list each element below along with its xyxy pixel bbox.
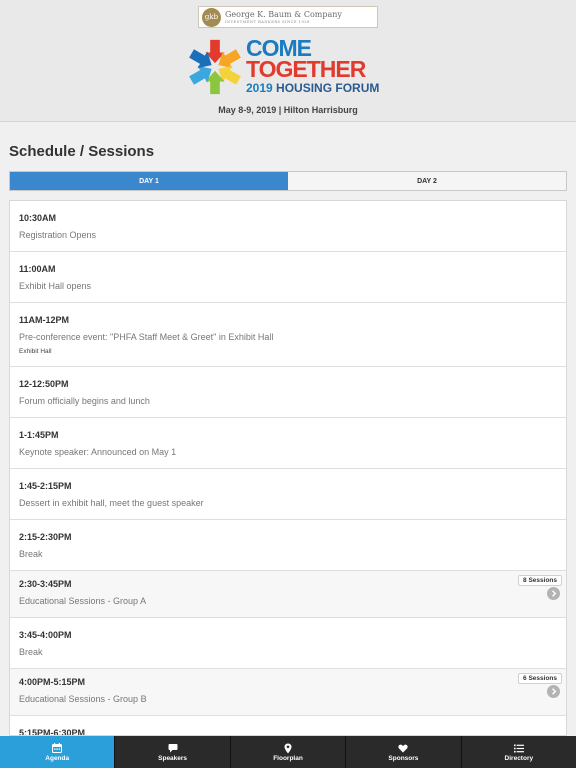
session-time: 1-1:45PM bbox=[19, 430, 59, 440]
tab-sponsors[interactable]: Sponsors bbox=[346, 736, 462, 768]
session-time: 2:30-3:45PM bbox=[19, 579, 72, 589]
chevron-right-icon[interactable] bbox=[547, 587, 560, 600]
session-group-row[interactable]: 2:30-3:45PM Educational Sessions - Group … bbox=[10, 571, 566, 618]
session-group-row[interactable]: 4:00PM-5:15PM Educational Sessions - Grou… bbox=[10, 669, 566, 716]
event-logo: COME TOGETHER 2019 HOUSING FORUM bbox=[186, 36, 386, 100]
session-time: 11:00AM bbox=[19, 264, 56, 274]
tab-label-directory: Directory bbox=[504, 754, 534, 762]
session-time: 10:30AM bbox=[19, 213, 57, 223]
session-row: 3:45-4:00PM Break bbox=[10, 618, 566, 669]
session-time: 3:45-4:00PM bbox=[19, 630, 72, 640]
tab-label-speakers: Speakers bbox=[158, 754, 188, 762]
session-title: Forum officially begins and lunch bbox=[19, 396, 150, 406]
logo-year: 2019 bbox=[246, 81, 273, 95]
session-row: 10:30AM Registration Opens bbox=[10, 201, 566, 252]
session-time: 4:00PM-5:15PM bbox=[19, 677, 86, 687]
session-list[interactable]: 10:30AM Registration Opens 11:00AM Exhibit … bbox=[9, 200, 567, 736]
session-count-badge: 6 Sessions bbox=[518, 673, 562, 684]
session-title: Break bbox=[19, 549, 43, 559]
tab-day-1[interactable]: DAY 1 bbox=[10, 172, 288, 190]
list-icon bbox=[513, 743, 524, 754]
sponsor-name: George K. Baum & Company bbox=[225, 9, 342, 19]
session-title: Educational Sessions - Group B bbox=[19, 694, 147, 704]
session-time: 5:15PM-6:30PM bbox=[19, 728, 86, 736]
sponsor-logo: gkb George K. Baum & Company INVESTMENT … bbox=[198, 6, 378, 28]
session-time: 12-12:50PM bbox=[19, 379, 69, 389]
logo-word-together: TOGETHER bbox=[246, 56, 366, 82]
session-row: 12-12:50PM Forum officially begins and lu… bbox=[10, 367, 566, 418]
session-row: 1-1:45PM Keynote speaker: Announced on Ma… bbox=[10, 418, 566, 469]
session-title: Exhibit Hall opens bbox=[19, 281, 92, 291]
bottom-tab-bar: Agenda Speakers Floorplan Sponsors Direc… bbox=[0, 736, 576, 768]
session-row: 1:45-2:15PM Dessert in exhibit hall, meet… bbox=[10, 469, 566, 520]
session-title: Registration Opens bbox=[19, 230, 97, 240]
tab-day-2[interactable]: DAY 2 bbox=[288, 172, 566, 190]
session-row: 2:15-2:30PM Break bbox=[10, 520, 566, 571]
session-title: Keynote speaker: Announced on May 1 bbox=[19, 447, 177, 457]
logo-forum-line: 2019 HOUSING FORUM bbox=[246, 81, 379, 95]
tab-speakers[interactable]: Speakers bbox=[115, 736, 231, 768]
session-time: 11AM-12PM bbox=[19, 315, 70, 325]
speech-bubble-icon bbox=[168, 743, 178, 754]
session-title: Dessert in exhibit hall, meet the guest … bbox=[19, 498, 204, 508]
arrow-burst-icon bbox=[189, 39, 241, 95]
chevron-right-icon[interactable] bbox=[547, 685, 560, 698]
session-row: 11AM-12PM Pre-conference event: "PHFA Sta… bbox=[10, 303, 566, 367]
map-pin-icon bbox=[284, 743, 292, 754]
logo-forum: HOUSING FORUM bbox=[276, 81, 380, 95]
event-date: May 8-9, 2019 | Hilton Harrisburg bbox=[218, 105, 358, 115]
gkb-seal: gkb bbox=[202, 7, 221, 27]
session-title: Break bbox=[19, 647, 43, 657]
session-title: Educational Sessions - Group A bbox=[19, 596, 147, 606]
sponsor-tagline: INVESTMENT BANKERS SINCE 1928 bbox=[225, 19, 310, 24]
session-location: Exhibit Hall bbox=[19, 348, 52, 355]
tab-agenda[interactable]: Agenda bbox=[0, 736, 116, 768]
session-time: 2:15-2:30PM bbox=[19, 532, 72, 542]
tab-label-agenda: Agenda bbox=[45, 754, 70, 762]
session-row: 5:15PM-6:30PM bbox=[10, 716, 566, 736]
day-tabs: DAY 1 DAY 2 bbox=[9, 171, 567, 191]
session-time: 1:45-2:15PM bbox=[19, 481, 72, 491]
calendar-icon bbox=[52, 743, 63, 754]
session-row: 11:00AM Exhibit Hall opens bbox=[10, 252, 566, 303]
tab-floorplan[interactable]: Floorplan bbox=[231, 736, 347, 768]
event-header: gkb George K. Baum & Company INVESTMENT … bbox=[0, 0, 576, 122]
tab-label-sponsors: Sponsors bbox=[388, 754, 419, 762]
page-title: Schedule / Sessions bbox=[9, 143, 155, 160]
heart-icon bbox=[398, 743, 409, 754]
session-count-badge: 8 Sessions bbox=[518, 575, 562, 586]
tab-directory[interactable]: Directory bbox=[462, 736, 576, 768]
tab-label-floorplan: Floorplan bbox=[273, 754, 303, 762]
session-title: Pre-conference event: "PHFA Staff Meet &… bbox=[19, 332, 274, 342]
